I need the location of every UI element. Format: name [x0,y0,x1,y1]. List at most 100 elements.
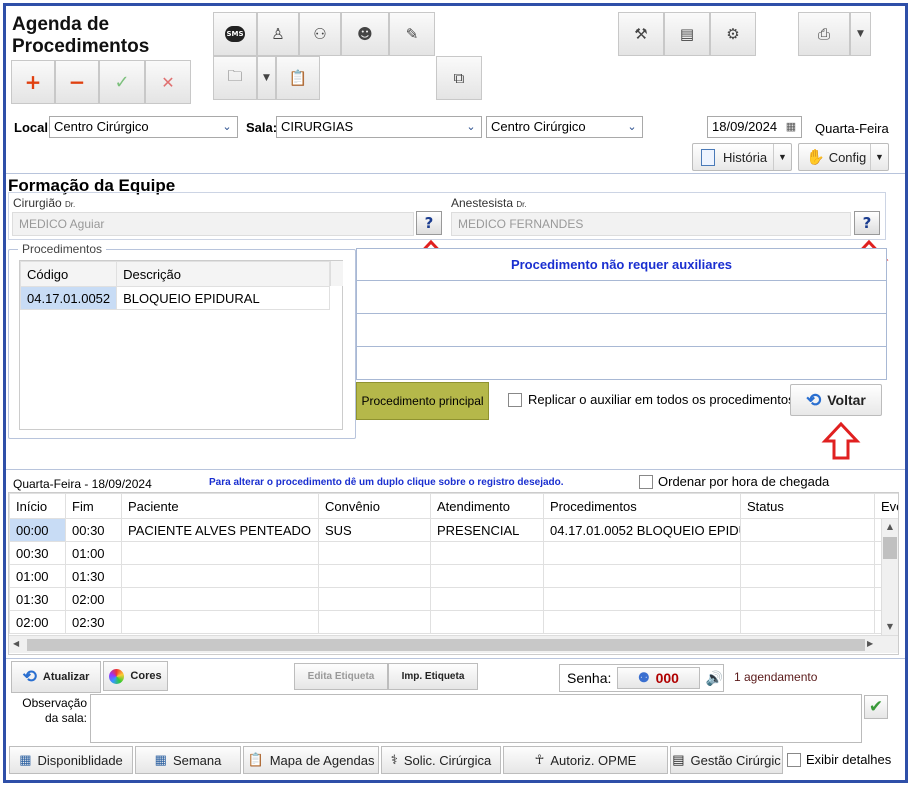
cell-status[interactable] [740,587,875,611]
col-fim[interactable]: Fim [65,493,122,519]
caret-down-icon[interactable]: ▼ [773,144,791,170]
table-row[interactable]: 00:00 00:30 PACIENTE ALVES PENTEADO SUS … [9,518,898,542]
auxiliar-row[interactable] [357,314,886,347]
checkbox[interactable] [787,752,801,767]
table-row[interactable]: 01:30 02:00 [9,587,898,611]
gestao-cirurgica-button[interactable]: ▤ Gestão Cirúrgic [670,746,783,774]
cell-convenio[interactable] [318,587,431,611]
cell-convenio[interactable]: SUS [318,518,431,542]
cell-fim[interactable]: 00:30 [65,518,122,542]
col-descricao[interactable]: Descrição [116,261,330,287]
cell-codigo[interactable]: 04.17.01.0052 [19,286,118,310]
cell-status[interactable] [740,610,875,634]
folder-button[interactable]: 🗀 [213,56,257,100]
exibir-detalhes-checkbox[interactable]: Exibir detalhes [787,752,891,767]
col-status[interactable]: Status [740,493,875,519]
document-button[interactable]: ▤ [664,12,710,56]
auxiliar-row[interactable] [357,281,886,314]
cirurgiao-field[interactable]: MEDICO Aguiar [12,212,414,236]
table-row[interactable]: 04.17.01.0052 BLOQUEIO EPIDURAL [19,286,330,310]
horizontal-scrollbar[interactable]: ◀ ▶ [9,635,898,653]
col-procedimentos[interactable]: Procedimentos [543,493,741,519]
mapa-agendas-button[interactable]: 📋 Mapa de Agendas [243,746,379,774]
table-row[interactable]: 01:00 01:30 [9,564,898,588]
cell-procedimentos[interactable] [543,587,741,611]
solic-cirurgica-button[interactable]: ⚕ Solic. Cirúrgica [381,746,501,774]
cell-convenio[interactable] [318,541,431,565]
save-observacao-button[interactable]: ✔ [864,695,888,719]
cell-inicio[interactable]: 01:00 [9,564,66,588]
group-button[interactable]: ⚇ [299,12,341,56]
checkbox[interactable] [508,392,522,407]
folder-dropdown[interactable]: ▼ [257,56,276,100]
cell-atendimento[interactable] [430,610,544,634]
historia-button[interactable]: História ▼ [692,143,792,171]
config-button[interactable]: ✋ Config ▼ [798,143,889,171]
edita-etiqueta-button[interactable]: Edita Etiqueta [294,663,388,690]
col-paciente[interactable]: Paciente [121,493,319,519]
procedimento-principal-button[interactable]: Procedimento principal [356,382,489,420]
cell-atendimento[interactable]: PRESENCIAL [430,518,544,542]
anestesista-help-button[interactable]: ? [854,211,880,235]
cell-inicio[interactable]: 02:00 [9,610,66,634]
cell-paciente[interactable] [121,541,319,565]
cell-paciente[interactable]: PACIENTE ALVES PENTEADO [121,518,319,542]
sms-button[interactable]: SMS [213,12,257,56]
print-button[interactable]: ⎙ [798,12,850,56]
scrollbar-thumb[interactable] [883,537,897,559]
autoriz-opme-button[interactable]: ☥ Autoriz. OPME [503,746,668,774]
atualizar-button[interactable]: ⟲ Atualizar [11,661,101,693]
col-atendimento[interactable]: Atendimento [430,493,544,519]
cell-atendimento[interactable] [430,564,544,588]
add-button[interactable]: + [11,60,55,104]
col-eve[interactable]: Eve [874,493,898,519]
cell-status[interactable] [740,518,875,542]
confirm-button[interactable]: ✓ [99,60,145,104]
cell-status[interactable] [740,541,875,565]
doc-tools-button[interactable]: ⚒ [618,12,664,56]
cell-fim[interactable]: 02:30 [65,610,122,634]
scroll-right-icon[interactable]: ▶ [867,639,873,648]
cell-inicio[interactable]: 00:30 [9,541,66,565]
cell-procedimentos[interactable]: 04.17.01.0052 BLOQUEIO EPIDURAL [543,518,741,542]
doc-settings-button[interactable]: ⚙ [710,12,756,56]
cell-procedimentos[interactable] [543,610,741,634]
disponibilidade-button[interactable]: ▦ Disponiblidade [9,746,133,774]
cell-fim[interactable]: 01:30 [65,564,122,588]
scroll-left-icon[interactable]: ◀ [13,639,19,648]
caret-down-icon[interactable]: ▼ [870,144,888,170]
cell-procedimentos[interactable] [543,541,741,565]
vertical-scrollbar[interactable]: ▲ ▼ [881,519,898,635]
cell-convenio[interactable] [318,564,431,588]
voltar-button[interactable]: ⟲ Voltar [790,384,882,416]
cell-inicio[interactable]: 01:30 [9,587,66,611]
date-field[interactable]: 18/09/2024 ▦ [707,116,802,138]
anestesista-field[interactable]: MEDICO FERNANDES [451,212,851,236]
cell-paciente[interactable] [121,610,319,634]
scroll-up-icon[interactable]: ▲ [882,519,898,535]
ordenar-checkbox[interactable]: Ordenar por hora de chegada [639,474,829,489]
observacao-textarea[interactable] [90,694,862,743]
edit-note-button[interactable]: ✎ [389,12,435,56]
semana-button[interactable]: ▦ Semana [135,746,241,774]
col-codigo[interactable]: Código [19,261,118,287]
checkbox[interactable] [639,474,653,489]
remove-button[interactable]: − [55,60,99,104]
table-row[interactable]: 00:30 01:00 [9,541,898,565]
cell-paciente[interactable] [121,564,319,588]
link-button[interactable]: ⧉ [436,56,482,100]
clipboard-button[interactable]: 📋 [276,56,320,100]
centro-select[interactable]: Centro Cirúrgico ⌄ [486,116,643,138]
col-inicio[interactable]: Início [9,493,66,519]
sala-select[interactable]: CIRURGIAS ⌄ [276,116,482,138]
replicar-checkbox[interactable]: Replicar o auxiliar em todos os procedim… [508,392,795,407]
cell-descricao[interactable]: BLOQUEIO EPIDURAL [116,286,330,310]
cell-paciente[interactable] [121,587,319,611]
senha-button[interactable]: ⚉ 000 [617,667,700,689]
cores-button[interactable]: Cores [103,661,168,691]
person-button[interactable]: ♙ [257,12,299,56]
scrollbar-thumb[interactable] [27,639,865,651]
cell-inicio[interactable]: 00:00 [9,518,66,542]
imp-etiqueta-button[interactable]: Imp. Etiqueta [388,663,478,690]
cell-fim[interactable]: 01:00 [65,541,122,565]
